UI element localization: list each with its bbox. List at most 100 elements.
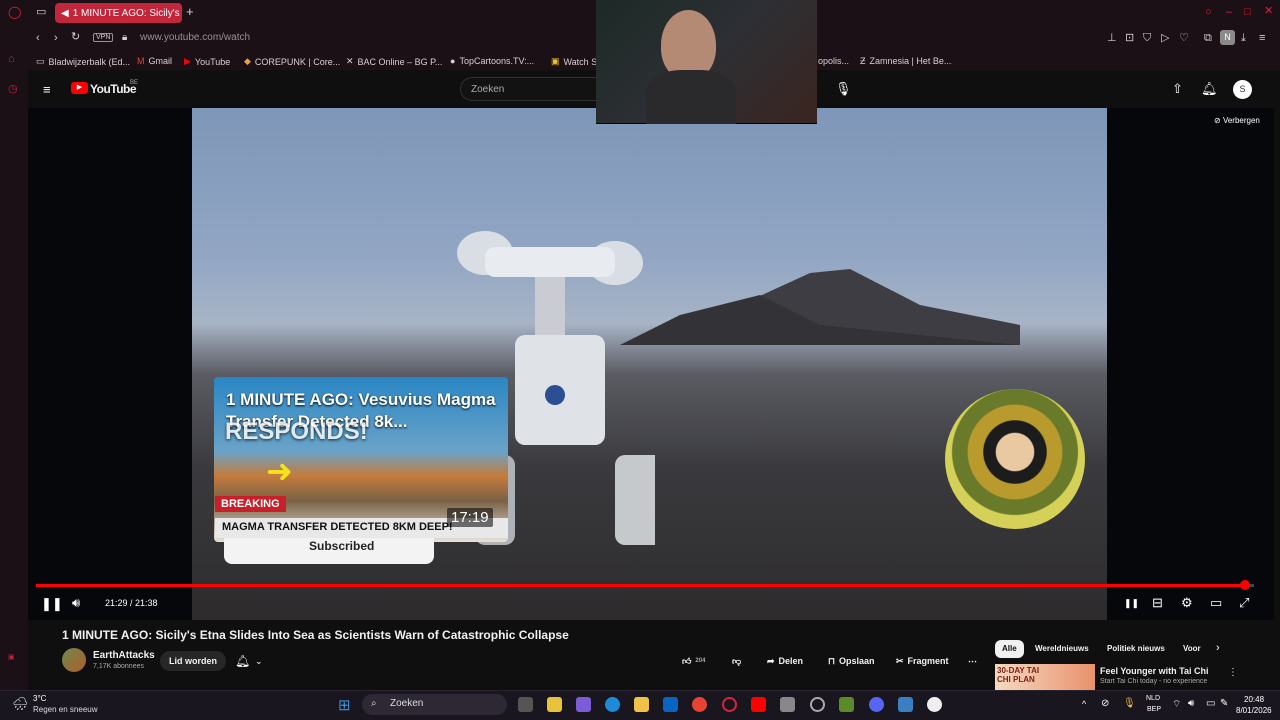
- reload-icon[interactable]: ↻: [71, 32, 80, 43]
- network-off-icon[interactable]: ⊘: [1101, 698, 1109, 709]
- fullscreen-icon[interactable]: ⤢: [1239, 596, 1249, 609]
- bookmark-item[interactable]: ◆ COREPUNK | Core...: [244, 56, 340, 67]
- weather-temperature[interactable]: 3°C: [33, 694, 46, 703]
- new-tab-button[interactable]: +: [186, 5, 194, 18]
- bookmark-item[interactable]: ● TopCartoons.TV:...: [450, 56, 534, 66]
- subscribe-element[interactable]: Subscribed: [224, 538, 434, 564]
- save-button[interactable]: ⊓ Opslaan: [828, 651, 875, 671]
- close-icon[interactable]: ✕: [1264, 6, 1273, 17]
- account-avatar[interactable]: S: [1233, 80, 1252, 99]
- menu-icon[interactable]: ≡: [1259, 33, 1265, 44]
- microphone-tray-icon[interactable]: 🎙︎: [1123, 698, 1136, 709]
- browser-tab-active[interactable]: ◀ 1 MINUTE AGO: Sicily's: [55, 3, 182, 23]
- shield-icon[interactable]: ⛉: [1143, 33, 1151, 44]
- app-icon[interactable]: [810, 697, 825, 712]
- pen-icon[interactable]: ✎: [1220, 698, 1228, 709]
- edge-icon[interactable]: [605, 697, 620, 712]
- clock-app-icon[interactable]: [927, 697, 942, 712]
- url-field[interactable]: www.youtube.com/watch: [140, 32, 250, 43]
- clock-date[interactable]: 8/01/2026: [1236, 706, 1272, 715]
- sidebar-extension-icon[interactable]: ▣: [8, 652, 15, 663]
- bookmark-item[interactable]: ▶ YouTube: [184, 56, 230, 67]
- volume-tray-icon[interactable]: 🔊︎: [1188, 698, 1194, 709]
- pause-icon[interactable]: ❚❚: [41, 597, 63, 610]
- theater-mode-icon[interactable]: ▭: [1210, 596, 1222, 609]
- microphone-icon[interactable]: 🎙︎: [835, 82, 852, 95]
- taskbar-search[interactable]: Zoeken: [362, 694, 507, 715]
- ad-thumbnail[interactable]: 30-DAY TAI CHI PLAN: [995, 664, 1095, 690]
- subtitles-icon[interactable]: ⊟: [1152, 596, 1163, 609]
- sidebar-history-icon[interactable]: ◷: [8, 84, 18, 95]
- chip-world-news[interactable]: Wereldnieuws: [1028, 640, 1096, 658]
- vpn-badge[interactable]: VPN: [93, 33, 114, 42]
- search-input[interactable]: Zoeken: [460, 77, 600, 101]
- hide-overlay-button[interactable]: ⊘ Verbergen: [1214, 116, 1260, 125]
- bookmark-item[interactable]: M Gmail: [137, 56, 172, 66]
- discord-icon[interactable]: [869, 697, 884, 712]
- minecraft-icon[interactable]: [839, 697, 854, 712]
- chevron-down-icon[interactable]: ⌄: [255, 655, 263, 668]
- channel-name[interactable]: EarthAttacks: [93, 650, 155, 661]
- join-button[interactable]: Lid worden: [160, 651, 226, 671]
- opera-gx-icon[interactable]: [722, 697, 737, 712]
- chip-all[interactable]: Alle: [995, 640, 1024, 658]
- heart-icon[interactable]: ♡: [1179, 33, 1189, 44]
- minimize-icon[interactable]: –: [1226, 7, 1232, 18]
- settings-gear-icon[interactable]: ⚙: [1181, 596, 1193, 609]
- youtube-logo-icon[interactable]: ▶: [71, 82, 88, 94]
- calculator-icon[interactable]: [780, 697, 795, 712]
- share-button[interactable]: ➦ Delen: [767, 651, 803, 671]
- bookmark-item[interactable]: opolis...: [818, 56, 849, 66]
- extensions-icon[interactable]: ⧉: [1204, 33, 1212, 44]
- more-actions-button[interactable]: ⋯: [968, 651, 977, 671]
- language-code[interactable]: NLD: [1146, 695, 1160, 702]
- start-icon[interactable]: ⊞: [338, 696, 351, 714]
- battery-icon[interactable]: ▭: [1206, 698, 1215, 709]
- snapshot-icon[interactable]: ⊡: [1125, 33, 1134, 44]
- weather-description[interactable]: Regen en sneeuw: [33, 705, 98, 714]
- task-view-icon[interactable]: [518, 697, 533, 712]
- sidebar-bag-icon[interactable]: ⌂: [8, 54, 15, 65]
- chip-for-you[interactable]: Voor: [1176, 640, 1208, 658]
- store-icon[interactable]: [547, 697, 562, 712]
- clip-button[interactable]: ✂ Fragment: [896, 651, 949, 671]
- autoplay-toggle-icon[interactable]: ❚❚: [1124, 597, 1139, 610]
- chip-politics[interactable]: Politiek nieuws: [1100, 640, 1172, 658]
- bookmark-item[interactable]: ▭ Bladwijzerbalk (Ed...: [36, 56, 130, 67]
- forward-icon[interactable]: ›: [54, 33, 58, 44]
- subscribed-bell-icon[interactable]: 🔔︎: [235, 655, 250, 668]
- bookmark-item[interactable]: ✕ BAC Online – BG P...: [346, 56, 442, 67]
- dislike-button[interactable]: 👎︎: [732, 651, 741, 671]
- volume-icon[interactable]: 🔊︎: [72, 596, 80, 609]
- clock-time[interactable]: 20:48: [1244, 695, 1264, 704]
- channel-avatar[interactable]: [62, 648, 86, 672]
- editor-icon[interactable]: [898, 697, 913, 712]
- upload-icon[interactable]: ⇧: [1172, 82, 1183, 95]
- maximize-icon[interactable]: □: [1244, 7, 1251, 18]
- back-icon[interactable]: ‹: [36, 33, 40, 44]
- bookmark-item[interactable]: ▣ Watch S: [551, 56, 597, 67]
- progress-played[interactable]: [36, 584, 1245, 587]
- ad-more-icon[interactable]: ⋮: [1228, 666, 1238, 679]
- like-button[interactable]: 👍︎ 204: [682, 651, 705, 671]
- youtube-app-icon[interactable]: [751, 697, 766, 712]
- notifications-bell-icon[interactable]: 🔔︎: [1201, 82, 1218, 95]
- profile-avatar[interactable]: N: [1220, 30, 1235, 45]
- play-icon[interactable]: ▷: [1161, 33, 1169, 44]
- file-explorer-icon[interactable]: [634, 697, 649, 712]
- wifi-icon[interactable]: ⌔: [1172, 698, 1181, 711]
- outlook-icon[interactable]: [663, 697, 678, 712]
- tray-expand-icon[interactable]: ^: [1082, 699, 1086, 709]
- weather-icon[interactable]: 🌧︎: [12, 696, 29, 712]
- pin-icon[interactable]: ⊥: [1107, 33, 1117, 44]
- endscreen-channel-avatar[interactable]: [945, 389, 1085, 529]
- opera-logo-icon[interactable]: ◯: [8, 6, 21, 18]
- teams-icon[interactable]: [576, 697, 591, 712]
- ad-title[interactable]: Feel Younger with Tai Chi: [1100, 666, 1209, 676]
- workspaces-icon[interactable]: ▭: [36, 7, 46, 18]
- downloads-icon[interactable]: ⤓: [1241, 33, 1246, 44]
- chrome-icon[interactable]: [692, 697, 707, 712]
- chips-next-icon[interactable]: ›: [1216, 642, 1220, 655]
- search-tabs-icon[interactable]: ○: [1205, 7, 1212, 18]
- hamburger-icon[interactable]: ≡: [43, 83, 51, 96]
